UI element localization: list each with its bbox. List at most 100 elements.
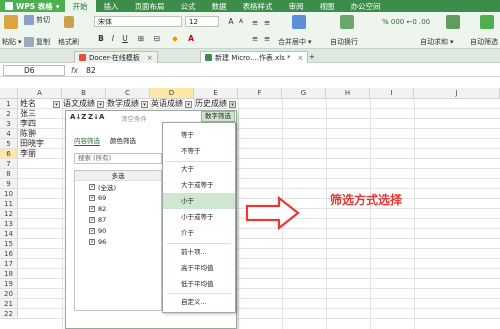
cell-a2[interactable]: 张三 — [20, 109, 60, 119]
tab-home[interactable]: 开始 — [64, 0, 96, 12]
row-header[interactable]: 6 — [0, 149, 18, 159]
filter-dropdown-button-c[interactable]: ▾ — [141, 101, 148, 108]
menu-item-equals[interactable]: 等于 — [163, 127, 235, 143]
font-size-select[interactable]: 12 — [185, 16, 219, 27]
row-header[interactable]: 3 — [0, 119, 18, 129]
col-header-c[interactable]: C — [106, 88, 150, 99]
cell-a4[interactable]: 陈翀 — [20, 129, 60, 139]
menu-item-custom[interactable]: 自定义... — [163, 294, 235, 310]
row-header[interactable]: 18 — [0, 269, 18, 279]
checkbox-checked-icon[interactable]: ✓ — [89, 205, 95, 212]
sum-icon[interactable] — [446, 15, 460, 29]
tab-insert[interactable]: 插入 — [96, 0, 127, 12]
list-item[interactable]: ✓ 82 — [75, 203, 161, 214]
tab-formulas[interactable]: 公式 — [173, 0, 204, 12]
formula-input[interactable]: 82 — [86, 66, 96, 75]
filter-dropdown-button-d[interactable]: ▾ — [185, 101, 192, 108]
borders-icon[interactable]: ⊞ — [136, 34, 146, 44]
row-header[interactable]: 22 — [0, 309, 18, 319]
menu-item-not-equals[interactable]: 不等于 — [163, 143, 235, 159]
checkbox-checked-icon[interactable]: ✓ — [89, 227, 95, 234]
format-painter-button[interactable]: 格式刷 — [58, 37, 79, 47]
list-item[interactable]: ✓ 90 — [75, 225, 161, 236]
row-header[interactable]: 13 — [0, 219, 18, 229]
percent-icon[interactable]: % 000 ←0 .00 — [382, 18, 430, 26]
clear-condition-button[interactable]: 清空条件 — [121, 113, 147, 123]
fill-color-icon[interactable]: ◆ — [170, 34, 180, 44]
row-header[interactable]: 21 — [0, 299, 18, 309]
paste-button[interactable]: 粘贴 ▾ — [2, 37, 22, 47]
filter-icon[interactable] — [480, 15, 494, 29]
cell-a3[interactable]: 李四 — [20, 119, 60, 129]
tab-page-layout[interactable]: 页面布局 — [127, 0, 173, 12]
row-header[interactable]: 14 — [0, 229, 18, 239]
align-center-icon[interactable]: ≡ — [262, 34, 272, 44]
fx-icon[interactable]: fx — [71, 66, 78, 75]
menu-item-between[interactable]: 介于 — [163, 225, 235, 241]
checkbox-checked-icon[interactable]: ✓ — [89, 238, 95, 245]
col-header-i[interactable]: I — [370, 88, 414, 99]
tab-color-filter[interactable]: 颜色筛选 — [110, 135, 136, 146]
app-menu-button[interactable]: WPS 表格 ▾ — [0, 0, 65, 12]
filter-dropdown-button-a[interactable]: ▾ — [53, 101, 60, 108]
cell-a6[interactable]: 李丽 — [20, 149, 60, 159]
tab-view[interactable]: 视图 — [312, 0, 343, 12]
tab-table-style[interactable]: 表格样式 — [235, 0, 281, 12]
doc-tab-docer[interactable]: Docer-在线模板 × — [74, 51, 158, 63]
col-header-h[interactable]: H — [326, 88, 370, 99]
col-header-e[interactable]: E — [194, 88, 238, 99]
row-header[interactable]: 16 — [0, 249, 18, 259]
merge-icon[interactable]: ⊟ — [152, 34, 162, 44]
filter-dropdown-button-e[interactable]: ▾ — [229, 101, 236, 108]
col-header-j[interactable]: J — [414, 88, 500, 99]
col-header-f[interactable]: F — [238, 88, 282, 99]
cut-button[interactable]: 剪切 — [24, 15, 50, 25]
list-item[interactable]: ✓ 69 — [75, 192, 161, 203]
filter-search-input[interactable]: 搜索 (所有) — [74, 153, 162, 164]
col-header-d[interactable]: D — [150, 88, 194, 99]
row-header[interactable]: 10 — [0, 189, 18, 199]
menu-item-less-or-equal[interactable]: 小于或等于 — [163, 209, 235, 225]
menu-item-below-average[interactable]: 低于平均值 — [163, 276, 235, 292]
checkbox-checked-icon[interactable]: ✓ — [89, 216, 95, 223]
align-left-icon[interactable]: ≡ — [250, 34, 260, 44]
wrap-text-icon[interactable] — [340, 15, 354, 29]
auto-sum-button[interactable]: 自动求和 ▾ — [420, 37, 454, 47]
col-header-g[interactable]: G — [282, 88, 326, 99]
col-header-b[interactable]: B — [62, 88, 106, 99]
row-header[interactable]: 17 — [0, 259, 18, 269]
tab-office-space[interactable]: 办公空间 — [343, 0, 389, 12]
sort-ascending-icon[interactable]: A↓Z — [70, 113, 86, 121]
row-header[interactable]: 2 — [0, 109, 18, 119]
number-filter-button[interactable]: 数字筛选 — [201, 111, 235, 122]
row-header[interactable]: 5 — [0, 139, 18, 149]
row-header[interactable]: 19 — [0, 279, 18, 289]
list-item[interactable]: ✓ 87 — [75, 214, 161, 225]
close-icon[interactable]: × — [147, 54, 153, 62]
menu-item-greater-or-equal[interactable]: 大于或等于 — [163, 177, 235, 193]
font-color-icon[interactable]: A — [186, 34, 196, 44]
align-middle-icon[interactable]: ≡ — [262, 18, 272, 28]
tab-data[interactable]: 数据 — [204, 0, 235, 12]
sort-descending-icon[interactable]: Z↓A — [88, 113, 104, 121]
row-header[interactable]: 12 — [0, 209, 18, 219]
row-header[interactable]: 20 — [0, 289, 18, 299]
checkbox-checked-icon[interactable]: ✓ — [89, 194, 95, 201]
row-header[interactable]: 8 — [0, 169, 18, 179]
row-header[interactable]: 4 — [0, 129, 18, 139]
close-icon[interactable]: × — [298, 54, 304, 62]
menu-item-less-than[interactable]: 小于 — [163, 193, 235, 209]
copy-button[interactable]: 复制 — [24, 37, 50, 47]
doc-tab-workbook[interactable]: 新建 Micro....作表.xls * × — [200, 51, 309, 63]
tab-content-filter[interactable]: 内容筛选 — [74, 135, 100, 146]
tab-review[interactable]: 审阅 — [281, 0, 312, 12]
auto-filter-button[interactable]: 自动筛选 — [470, 37, 498, 47]
bold-button[interactable]: B — [96, 34, 106, 44]
checkbox-checked-icon[interactable]: ✓ — [89, 183, 95, 190]
list-item[interactable]: ✓ 96 — [75, 236, 161, 247]
col-header-a[interactable]: A — [18, 88, 62, 99]
row-header[interactable]: 15 — [0, 239, 18, 249]
filter-dropdown-button-b[interactable]: ▾ — [97, 101, 104, 108]
row-header[interactable]: 7 — [0, 159, 18, 169]
paste-icon[interactable] — [4, 15, 18, 29]
